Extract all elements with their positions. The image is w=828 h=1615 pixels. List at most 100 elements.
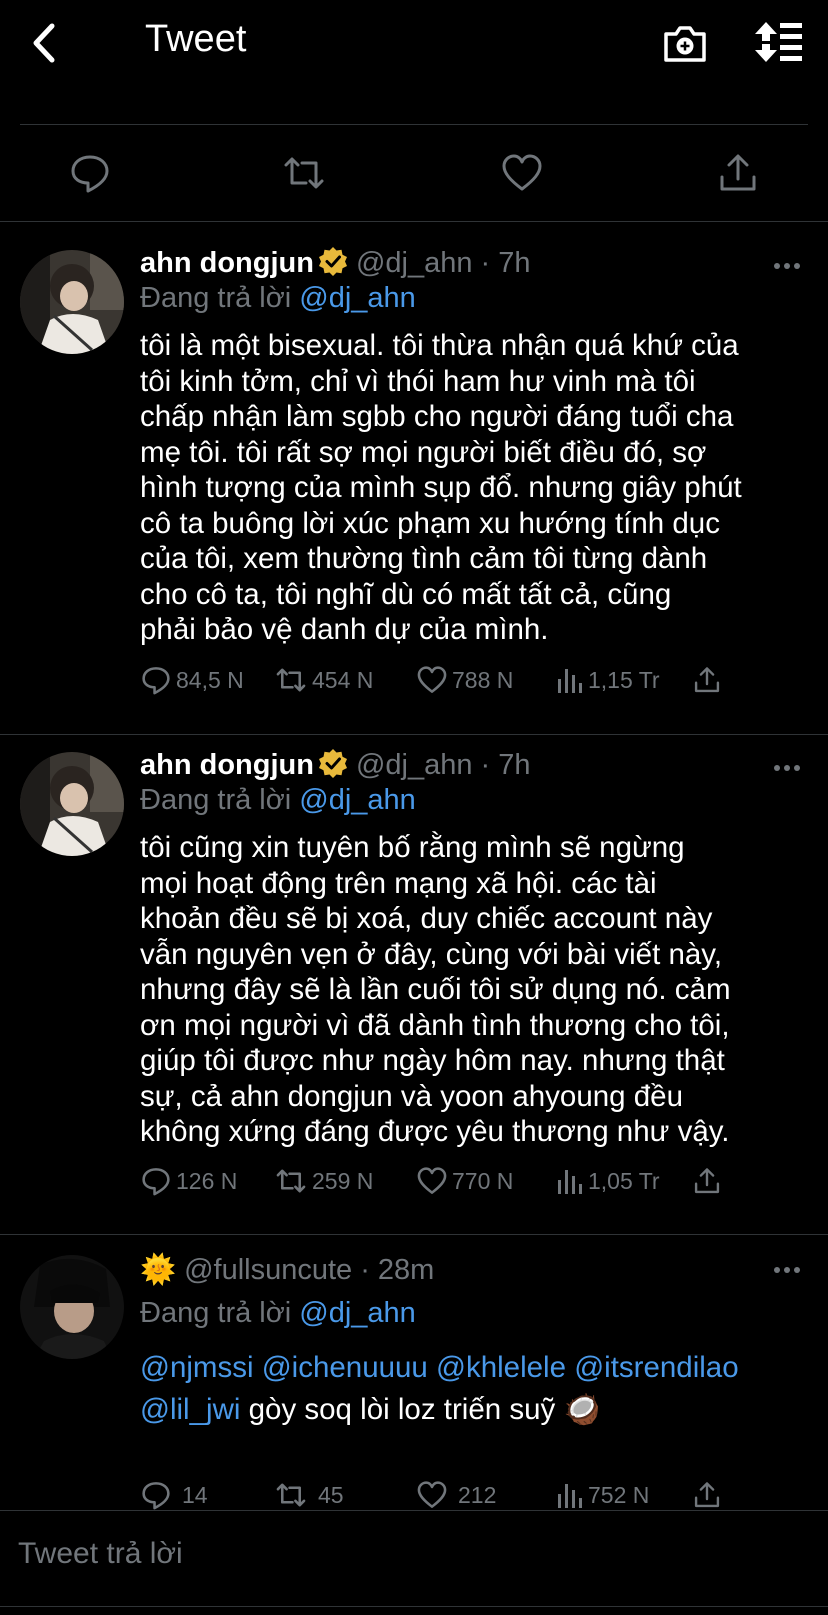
- like-icon: [502, 154, 542, 191]
- avatar[interactable]: [20, 752, 124, 856]
- replying-to: Đang trả lời @dj_ahn: [140, 1297, 416, 1330]
- replying-label: Đang trả lời: [140, 1297, 292, 1329]
- views-count: 1,15 Tr: [588, 666, 660, 693]
- views-count: 1,05 Tr: [588, 1167, 660, 1194]
- avatar[interactable]: [20, 250, 124, 354]
- tweet-text-line: hình tượng của mình sụp đổ. nhưng giây p…: [140, 471, 742, 504]
- reply-button[interactable]: [68, 151, 112, 195]
- user-handle[interactable]: @dj_ahn: [356, 749, 473, 781]
- tweet-text-line: sự, cả ahn dongjun và yoon ahyoung đều: [140, 1079, 683, 1113]
- retweet-count: 45: [318, 1481, 344, 1508]
- tweet-text-segment: gòy soq lòi loz triến suỹ 🥥: [240, 1393, 601, 1426]
- like-count: 770 N: [452, 1167, 514, 1194]
- user-handle[interactable]: @dj_ahn: [356, 247, 473, 279]
- divider: [0, 1510, 828, 1511]
- tweet-text-line: không xứng đáng được yêu thương như vậy.: [140, 1115, 730, 1148]
- retweet-icon: [276, 1169, 306, 1193]
- chevron-left-icon: [33, 23, 55, 63]
- tweet-text-line: @lil_jwi gòy soq lòi loz triến suỹ 🥥: [140, 1389, 810, 1431]
- share-icon: [720, 154, 756, 191]
- like-icon: [417, 1481, 447, 1508]
- like-icon: [417, 666, 447, 693]
- tweet-text-line: cô ta buông lời xúc phạm xu hướng tính d…: [140, 506, 720, 540]
- tweet-header: ahn dongjun @dj_ahn · 7h: [140, 246, 530, 280]
- replying-to-mention[interactable]: @dj_ahn: [299, 282, 416, 314]
- share-button[interactable]: [692, 1477, 726, 1513]
- retweet-button[interactable]: [282, 151, 326, 195]
- sun-emoji-name[interactable]: 🌞: [140, 1254, 176, 1286]
- reply-tweet[interactable]: 🌞 @fullsuncute · 28m Đang trả lời @dj_ahn …: [0, 1235, 828, 1510]
- sort-button[interactable]: [754, 20, 806, 66]
- retweet-icon: [276, 668, 306, 692]
- reply-icon: [142, 1168, 170, 1196]
- like-count-button[interactable]: 770 N: [416, 1163, 513, 1199]
- divider: [0, 1606, 828, 1607]
- tweet-header: 🌞 @fullsuncute · 28m: [140, 1253, 434, 1287]
- user-handle[interactable]: @fullsuncute: [184, 1254, 352, 1286]
- mention-link[interactable]: @lil_jwi: [140, 1393, 240, 1426]
- tweet-text-line: của tôi, xem thường tình cảm tôi từng dà…: [140, 542, 708, 575]
- like-count-button[interactable]: 788 N: [416, 662, 513, 698]
- verified-badge-icon: [318, 246, 348, 276]
- replying-to-mention[interactable]: @dj_ahn: [299, 1297, 416, 1329]
- tweet-text-line: mọi hoạt động trên mạng xã hội. các tài: [140, 866, 657, 900]
- views-chart-icon: [558, 1484, 582, 1508]
- tweet-stats: 126 N 259 N 770 N 1,05 Tr: [140, 1163, 820, 1199]
- reply-tweet[interactable]: ahn dongjun @dj_ahn · 7h Đang trả lời @dj_…: [0, 735, 828, 1234]
- tweet-text: tôi cũng xin tuyên bố rằng mình sẽ ngừng…: [140, 830, 810, 1150]
- retweet-count-button[interactable]: 259 N: [274, 1163, 373, 1199]
- tweet-text-line: cho cô ta, tôi nghĩ dù có mất tất cả, cũ…: [140, 577, 672, 611]
- more-options-button[interactable]: [772, 758, 802, 778]
- timestamp: · 7h: [480, 749, 531, 781]
- more-options-button[interactable]: [772, 256, 802, 276]
- retweet-count: 259 N: [312, 1167, 374, 1194]
- reply-icon: [142, 1482, 170, 1510]
- reply-input[interactable]: Tweet trả lời: [18, 1537, 183, 1571]
- sort-list-icon: [755, 22, 802, 62]
- views-count-button[interactable]: 752 N: [556, 1477, 649, 1513]
- display-name[interactable]: ahn dongjun: [140, 247, 314, 279]
- replying-label: Đang trả lời: [140, 784, 292, 816]
- replying-to: Đang trả lời @dj_ahn: [140, 282, 416, 315]
- avatar[interactable]: [20, 1255, 124, 1359]
- camera-button[interactable]: [662, 20, 708, 66]
- like-button[interactable]: [500, 151, 544, 195]
- like-icon: [417, 1167, 447, 1194]
- avatar-photo: [20, 752, 124, 856]
- more-dots-icon: [774, 263, 800, 269]
- reply-count-button[interactable]: 84,5 N: [140, 662, 244, 698]
- share-button[interactable]: [692, 1163, 726, 1199]
- replying-label: Đang trả lời: [140, 282, 292, 314]
- share-icon: [694, 1482, 720, 1508]
- tweet-text-line: giúp tôi được như ngày hôm nay. nhưng th…: [140, 1044, 725, 1077]
- retweet-count-button[interactable]: 454 N: [274, 662, 373, 698]
- more-options-button[interactable]: [772, 1260, 802, 1280]
- reply-icon: [142, 667, 170, 695]
- share-icon: [694, 1168, 720, 1194]
- replying-to-mention[interactable]: @dj_ahn: [299, 784, 416, 816]
- retweet-icon: [284, 157, 324, 189]
- reply-count-button[interactable]: 126 N: [140, 1163, 237, 1199]
- reply-tweet[interactable]: ahn dongjun @dj_ahn · 7h Đang trả lời @dj_…: [0, 222, 828, 734]
- share-button[interactable]: [716, 151, 760, 195]
- share-button[interactable]: [692, 662, 726, 698]
- like-count-button[interactable]: 212: [416, 1477, 496, 1513]
- back-button[interactable]: [26, 20, 66, 66]
- reply-count-button[interactable]: 14: [140, 1477, 208, 1513]
- retweet-count: 454 N: [312, 666, 374, 693]
- tweet-text-line: tôi cũng xin tuyên bố rằng mình sẽ ngừng: [140, 831, 685, 864]
- retweet-count-button[interactable]: 45: [274, 1477, 344, 1513]
- views-count-button[interactable]: 1,15 Tr: [556, 662, 660, 698]
- views-count: 752 N: [588, 1481, 650, 1508]
- like-count: 788 N: [452, 666, 514, 693]
- replying-to: Đang trả lời @dj_ahn: [140, 784, 416, 817]
- display-name[interactable]: ahn dongjun: [140, 749, 314, 781]
- mentions-line[interactable]: @njmssi @ichenuuuu @khlelele @itsrendila…: [140, 1347, 810, 1389]
- views-count-button[interactable]: 1,05 Tr: [556, 1163, 660, 1199]
- top-bar: Tweet: [0, 0, 828, 90]
- avatar-photo: [20, 250, 124, 354]
- like-count: 212: [458, 1481, 497, 1508]
- reply-count: 126 N: [176, 1167, 238, 1194]
- tweet-text: tôi là một bisexual. tôi thừa nhận quá k…: [140, 328, 810, 648]
- tweet-text: @njmssi @ichenuuuu @khlelele @itsrendila…: [140, 1347, 810, 1431]
